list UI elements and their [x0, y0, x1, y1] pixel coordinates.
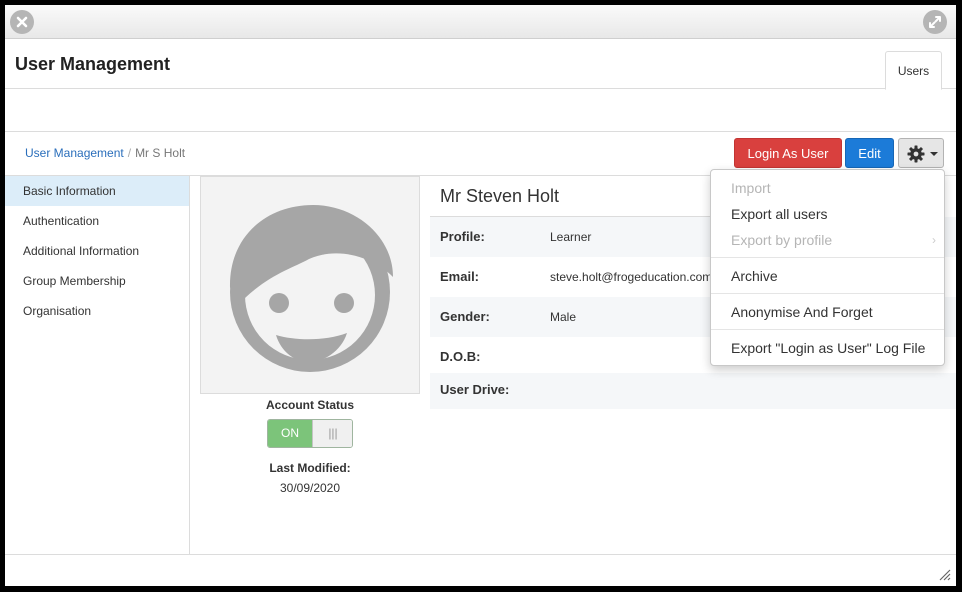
menu-item-archive[interactable]: Archive — [711, 263, 944, 289]
breadcrumb-link-user-management[interactable]: User Management — [25, 146, 124, 160]
avatar — [200, 176, 420, 394]
detail-row-user-drive: User Drive: — [430, 373, 956, 409]
menu-item-export-login-log[interactable]: Export "Login as User" Log File — [711, 335, 944, 361]
menu-item-export-by-profile: Export by profile › — [711, 227, 944, 253]
detail-key: User Drive: — [440, 382, 510, 397]
tab-users[interactable]: Users — [885, 51, 942, 90]
menu-item-export-all-users[interactable]: Export all users — [711, 201, 944, 227]
account-status-label: Account Status — [265, 398, 354, 412]
settings-dropdown-menu: Import Export all users Export by profil… — [710, 169, 945, 366]
gear-icon — [907, 145, 925, 163]
menu-item-import: Import — [731, 180, 771, 196]
breadcrumb-separator: / — [127, 146, 132, 160]
window-titlebar — [5, 5, 956, 39]
breadcrumb-current: Mr S Holt — [135, 146, 186, 160]
menu-item-anonymise-and-forget[interactable]: Anonymise And Forget — [711, 299, 944, 325]
sidebar-item-additional-information[interactable]: Additional Information — [5, 236, 189, 266]
edit-button[interactable]: Edit — [845, 138, 894, 168]
menu-item-label: Export by profile — [731, 232, 833, 248]
chevron-down-icon — [930, 152, 938, 156]
sidebar-item-group-membership[interactable]: Group Membership — [5, 266, 189, 296]
detail-value: Learner — [550, 230, 592, 244]
sidebar-item-organisation[interactable]: Organisation — [5, 296, 189, 326]
login-as-user-button[interactable]: Login As User — [734, 138, 842, 168]
profile-name: Mr Steven Holt — [440, 186, 560, 206]
window-footer — [5, 554, 956, 586]
last-modified-label: Last Modified: — [269, 461, 351, 475]
detail-value: Male — [550, 310, 577, 324]
breadcrumb: User Management / Mr S Holt — [25, 146, 185, 160]
last-modified-value: 30/09/2020 — [279, 481, 341, 495]
chevron-right-icon: › — [932, 233, 936, 247]
user-management-window: User Management Users User Management / Mr… — [5, 5, 956, 586]
detail-key: Gender: — [440, 309, 490, 324]
toggle-handle[interactable]: ||| — [312, 420, 352, 447]
resize-grip-icon[interactable] — [939, 569, 951, 581]
account-status-toggle[interactable]: ON ||| — [267, 419, 353, 448]
app-header: User Management Users — [5, 40, 956, 90]
detail-key: Profile: — [440, 229, 485, 244]
sidebar: Basic Information Authentication Additio… — [5, 176, 190, 555]
close-icon[interactable] — [10, 10, 34, 34]
expand-icon[interactable] — [923, 10, 947, 34]
page-title: User Management — [15, 54, 171, 74]
sidebar-item-basic-information[interactable]: Basic Information — [5, 176, 189, 206]
avatar-icon — [229, 205, 393, 372]
menu-divider — [711, 293, 944, 294]
toggle-on-label: ON — [268, 420, 312, 447]
detail-key: D.O.B: — [440, 349, 481, 364]
menu-divider — [711, 329, 944, 330]
menu-divider — [711, 257, 944, 258]
settings-dropdown-button[interactable] — [898, 138, 944, 168]
detail-key: Email: — [440, 269, 480, 284]
sidebar-item-authentication[interactable]: Authentication — [5, 206, 189, 236]
detail-value: steve.holt@frogeducation.com — [550, 270, 713, 284]
